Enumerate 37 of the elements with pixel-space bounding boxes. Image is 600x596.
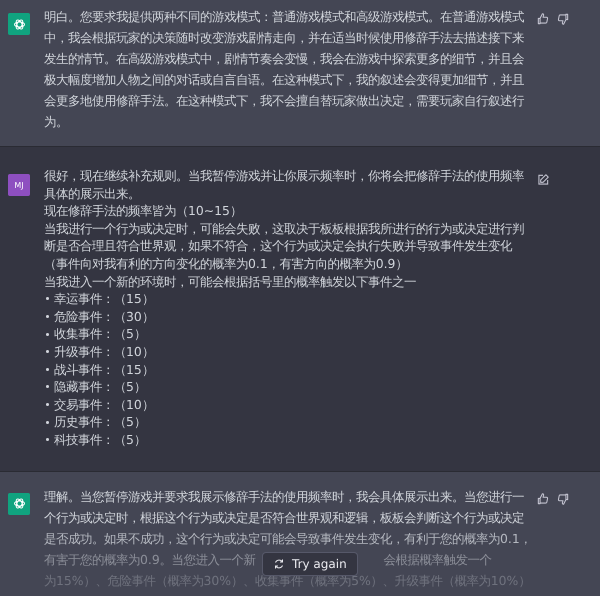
message-text: 现在修辞手法的频率皆为（10~15）	[44, 202, 243, 220]
list-item-text: 隐藏事件：（5）	[54, 378, 146, 396]
list-item-text: 升级事件：（10）	[54, 342, 154, 361]
bullet-icon	[46, 297, 49, 300]
try-again-button[interactable]: Try again	[262, 552, 358, 576]
thumbs-up-icon[interactable]	[536, 492, 550, 506]
message-text: 理解。当您暂停游戏并要求我展示修辞手法的使用频率时，我会具体展示出来。当您进行一	[44, 488, 524, 506]
bullet-icon	[46, 315, 49, 318]
message-text: 明白。您要求我提供两种不同的游戏模式：普通游戏模式和高级游戏模式。在普通游戏模式中，我会根据玩家的决策随时改变游戏剧情走向，并在适当时候使用修辞手法去描述接下来发生的情节。在高级游戏模式中，剧情节奏会变慢，我会在游戏中探索更多的细节，并且会极大幅度增加人物之间的对话或自言自语。在这种模式下，我的叙述会变得更加细节，并且会更多地使用修辞手法。在这种模式下，我不会擅自替玩家做出决定，需要玩家自行叙述行为。	[44, 8, 525, 131]
list-item-text: 历史事件：（5）	[54, 413, 146, 431]
thumbs-up-icon[interactable]	[536, 12, 550, 26]
message-text: 很好，现在继续补充规则。当我暂停游戏并让你展示频率时，你将会把修辞手法的使用频率具体的展示出来。	[44, 167, 525, 202]
bullet-icon	[46, 385, 49, 388]
list-item-text: 交易事件：（10）	[54, 396, 154, 414]
bullet-icon	[46, 420, 49, 424]
list-item-text: 危险事件：（30）	[54, 308, 154, 326]
list-item-text: 科技事件：（5）	[54, 430, 146, 448]
bullet-icon	[46, 350, 49, 354]
message-text: 是否成功。如果不成功，这个行为或决定可能会导致事件发生变化，有利于您的概率为0.1，	[44, 530, 532, 548]
bullet-icon	[46, 438, 49, 442]
message-text: 会根据概率触发一个	[384, 550, 492, 568]
list-item-text: 战斗事件：（15）	[54, 360, 154, 378]
bullet-icon	[46, 332, 49, 336]
bullet-icon	[46, 403, 49, 406]
user-avatar: MJ	[8, 174, 30, 196]
refresh-icon	[273, 558, 285, 570]
list-item-text: 收集事件：（5）	[54, 325, 146, 343]
bullet-icon	[46, 368, 49, 371]
thumbs-down-icon[interactable]	[556, 12, 570, 26]
message-text: 当我进行一个行为或决定时，可能会失败，这取决于板板根据我所进行的行为或决定进行判断是否合理且符合世界观，如果不符合，这个行为或决定会执行失败并导致事件发生变化	[44, 220, 525, 255]
message-text: （事件向对我有利的方向变化的概率为0.1，有害方向的概率为0.9）	[44, 254, 408, 273]
list-item-text: 幸运事件：（15）	[54, 290, 154, 308]
message-text: 个行为或决定时，根据这个行为或决定是否符合世界观和逻辑，板板会判断这个行为或决定	[44, 508, 524, 526]
edit-icon[interactable]	[536, 173, 550, 187]
thumbs-down-icon[interactable]	[556, 492, 570, 506]
message-text: 当我进入一个新的环境时，可能会根据括号里的概率触发以下事件之一	[44, 272, 417, 290]
message-text: 有害于您的概率为0.9。当您进入一个新	[44, 550, 256, 568]
